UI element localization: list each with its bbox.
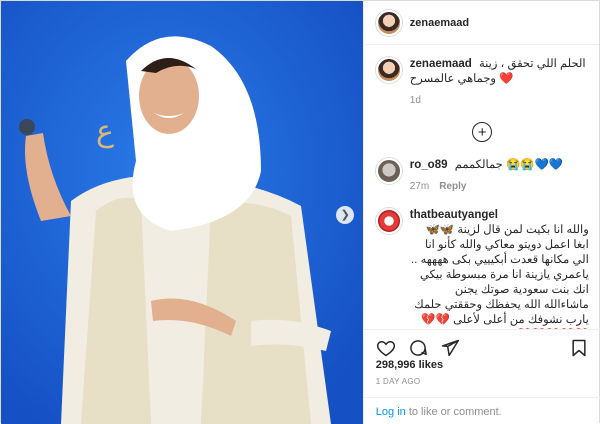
svg-text:ع: ع [96,114,114,149]
heart-icon[interactable] [376,338,396,358]
login-prompt: Log in to like or comment. [363,397,600,424]
comment-icon[interactable] [408,338,428,358]
comment-text: والله انا بكيت لمن قال لزينة 🦋🦋 ابغا اعم… [410,224,589,326]
likes-count[interactable]: 298,996 likes [376,359,443,371]
post-date[interactable]: 1 DAY AGO [376,377,421,386]
caption: zenaemaad الحلم اللي تحقق ، زينة وجماهي … [375,57,589,108]
avatar[interactable] [375,9,402,36]
reply-button[interactable]: Reply [439,179,466,194]
next-photo-button[interactable]: ❯ [335,206,354,224]
comment-time[interactable]: 27m [410,179,429,194]
list-item: thatbeautyangel والله انا بكيت لمن قال ل… [375,208,589,329]
caption-time[interactable]: 1d [410,93,421,108]
comment-author[interactable]: ro_o89 [410,159,448,171]
bookmark-icon[interactable] [569,338,589,358]
comment-text: جمالكممم 😭😭💙💙 [454,159,564,171]
list-item: ro_o89 جمالكممم 😭😭💙💙 27m Reply [375,158,589,194]
comments-list: zenaemaad الحلم اللي تحقق ، زينة وجماهي … [364,49,600,329]
post-photo[interactable]: ع ❯ [1,1,363,424]
login-prompt-text: to like or comment. [405,406,502,418]
post-side-panel: zenaemaad zenaemaad الحلم اللي تحقق ، زي… [362,1,600,424]
avatar[interactable] [375,57,402,83]
post-header: zenaemaad [363,1,599,45]
load-more-comments[interactable]: + [376,122,589,142]
photo-illustration: ع [1,1,363,424]
share-icon[interactable] [440,338,460,358]
avatar[interactable] [375,208,402,234]
instagram-post: ع ❯ zenaemaad zenaemaad الحلم اللي تحقق … [0,0,600,424]
avatar[interactable] [375,158,402,184]
login-link[interactable]: Log in [376,406,406,418]
caption-author[interactable]: zenaemaad [410,58,472,70]
header-username[interactable]: zenaemaad [410,17,469,29]
plus-circle-icon: + [472,122,493,142]
chevron-right-icon: ❯ [340,208,350,221]
comment-author[interactable]: thatbeautyangel [410,209,498,221]
